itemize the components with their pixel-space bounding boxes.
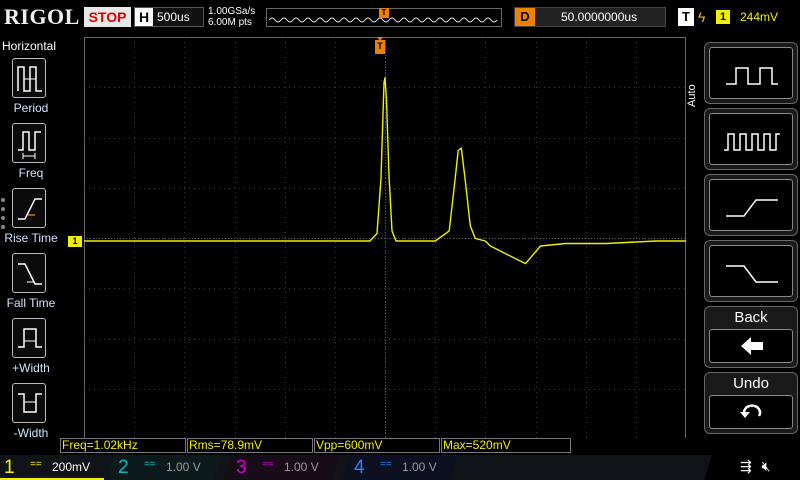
rise-time-icon — [12, 188, 46, 228]
single-pulse-icon — [726, 67, 778, 85]
measure-period-button[interactable]: Period — [0, 58, 62, 122]
usb-icon: ⇶ — [740, 458, 752, 474]
undo-button[interactable]: Undo — [704, 372, 798, 434]
rising-edge-icon: ϟ — [698, 9, 706, 25]
button-frame — [709, 245, 793, 297]
memory-overview-strip[interactable]: T — [266, 8, 502, 27]
trigger-time-marker[interactable]: T — [375, 40, 385, 54]
channel-number: 3 — [236, 457, 247, 478]
back-button[interactable]: Back — [704, 306, 798, 368]
measure-positive-width-button[interactable]: +Width — [0, 318, 62, 382]
channel-number: 4 — [354, 457, 365, 478]
trigger-source: 1 — [716, 10, 730, 24]
trigger-level: 244mV — [740, 10, 779, 24]
button-frame — [709, 47, 793, 99]
sample-rate: 1.00GSa/s — [208, 6, 256, 17]
button-frame — [709, 179, 793, 231]
coupling-icon: == — [380, 459, 392, 470]
period-icon — [12, 58, 46, 98]
back-arrow-icon — [741, 337, 763, 355]
channel-3-tab[interactable]: 3 == 1.00 V — [232, 455, 336, 480]
waveform-display[interactable] — [84, 37, 686, 439]
undo-label: Undo — [733, 375, 769, 392]
period-label: Period — [13, 101, 49, 115]
trigger-mode-label: Auto — [686, 84, 698, 108]
pulse-train-button[interactable] — [704, 108, 798, 170]
positive-width-label: +Width — [12, 361, 50, 375]
negative-width-icon — [12, 383, 46, 423]
channel-number: 2 — [118, 457, 129, 478]
channel-scale: 1.00 V — [402, 460, 437, 474]
menu-title: Horizontal — [2, 39, 57, 53]
positive-width-icon — [12, 318, 46, 358]
speaker-muted-icon[interactable]: 🔇︎ — [762, 458, 771, 474]
falling-edge-icon — [726, 265, 778, 283]
channel-2-tab[interactable]: 2 == 1.00 V — [114, 455, 218, 480]
fall-time-icon — [12, 253, 46, 293]
single-pulse-button[interactable] — [704, 42, 798, 104]
acquisition-info: 1.00GSa/s 6.00M pts — [208, 6, 255, 28]
timebase-value: 500us — [157, 10, 190, 24]
trigger-position-marker: T — [379, 8, 389, 18]
rising-edge-button[interactable] — [704, 174, 798, 236]
measure-rise-time-button[interactable]: Rise Time — [0, 188, 62, 252]
measure-freq-button[interactable]: Freq — [0, 123, 62, 187]
run-stop-indicator[interactable]: STOP — [84, 7, 131, 27]
trigger-type-menu: Auto Back Undo — [686, 36, 800, 440]
trigger-time-arrow — [377, 37, 383, 41]
measurement-rms[interactable]: Rms=78.9mV — [187, 438, 313, 453]
channel-4-tab[interactable]: 4 == 1.00 V — [350, 455, 454, 480]
channel1-ground-marker[interactable]: 1 — [68, 236, 82, 247]
measure-menu: Horizontal Period Freq Rise Time Fall Ti… — [0, 36, 62, 440]
button-frame — [709, 395, 793, 429]
channel-scale: 200mV — [52, 460, 91, 474]
channel-1-tab[interactable]: 1 == 200mV — [0, 455, 110, 480]
undo-icon — [740, 404, 762, 418]
falling-edge-button[interactable] — [704, 240, 798, 302]
rising-edge-icon — [726, 199, 778, 217]
trigger-setting[interactable]: T ϟ 1 244mV — [678, 7, 798, 27]
channel-bar: 1 == 200mV 2 == 1.00 V 3 == 1.00 V 4 == … — [0, 455, 800, 480]
delay-setting[interactable]: D 50.0000000us — [514, 7, 666, 27]
rise-time-label: Rise Time — [4, 231, 58, 245]
system-status-icons: ⇶ 🔇︎ — [740, 458, 770, 475]
fall-time-label: Fall Time — [6, 296, 56, 310]
delay-value: 50.0000000us — [561, 10, 638, 24]
coupling-icon: == — [144, 459, 156, 470]
measure-fall-time-button[interactable]: Fall Time — [0, 253, 62, 317]
measurement-bar: Freq=1.02kHz Rms=78.9mV Vpp=600mV Max=52… — [0, 438, 800, 454]
frequency-icon — [12, 123, 46, 163]
freq-label: Freq — [18, 166, 44, 180]
horizontal-tag: H — [135, 8, 153, 26]
rigol-logo: RIGOL — [4, 4, 80, 29]
back-label: Back — [734, 309, 768, 326]
memory-depth: 6.00M pts — [208, 17, 252, 28]
channel-scale: 1.00 V — [166, 460, 201, 474]
measurement-max[interactable]: Max=520mV — [441, 438, 571, 453]
channel-number: 1 — [4, 457, 15, 478]
coupling-icon: == — [30, 459, 42, 470]
delay-tag: D — [515, 8, 535, 26]
measurement-vpp[interactable]: Vpp=600mV — [314, 438, 440, 453]
channel-scale: 1.00 V — [284, 460, 319, 474]
button-frame — [709, 113, 793, 165]
horizontal-timebase[interactable]: H 500us — [134, 7, 204, 27]
graticule — [84, 37, 686, 439]
coupling-icon: == — [262, 459, 274, 470]
measurement-frequency[interactable]: Freq=1.02kHz — [60, 438, 186, 453]
top-status-bar: RIGOL STOP H 500us 1.00GSa/s 6.00M pts T… — [0, 0, 800, 36]
pulse-train-icon — [724, 133, 780, 151]
trigger-tag: T — [678, 8, 694, 26]
button-frame — [709, 329, 793, 363]
